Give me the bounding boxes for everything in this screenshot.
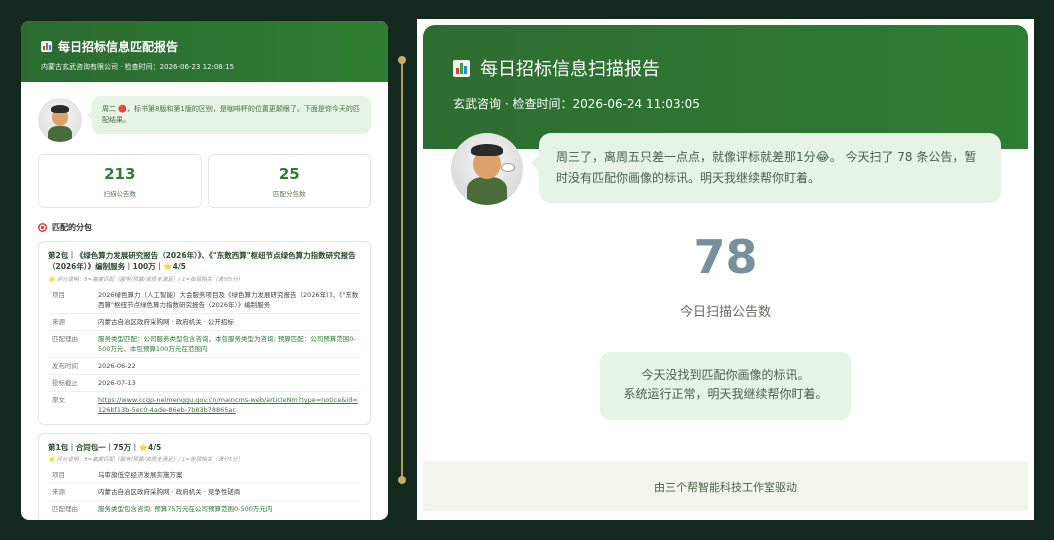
stat-matched: 25 匹配分包数 xyxy=(207,154,371,208)
package-title: 第2包｜《绿色算力发展研究报告（2026年）》、《"东数西算"枢纽节点绿色算力指… xyxy=(48,251,356,272)
right-report-subtitle: 玄武咨询 · 检查时间：2026-06-24 11:03:05 xyxy=(453,97,700,111)
right-report-header: 每日招标信息扫描报告 玄武咨询 · 检查时间：2026-06-24 11:03:… xyxy=(423,25,1028,149)
left-report-body: 周二 🔴，标书第8版和第1版的区别，是咖啡杯的位置更颠眼了。下面是你今天的匹配结… xyxy=(21,82,388,520)
package-title: 第1包｜合同包一｜75万｜⭐4/5 xyxy=(48,443,162,453)
source-link[interactable]: https://www.ccgp-neimenggu.gov.cn/maincm… xyxy=(98,395,361,415)
left-report-header: 每日招标信息匹配报告 内蒙古玄武咨询有限公司 · 检查时间：2026-06-23… xyxy=(21,21,388,82)
left-report-card: 每日招标信息匹配报告 内蒙古玄武咨询有限公司 · 检查时间：2026-06-23… xyxy=(21,21,388,520)
package-row: 项目 乌审旗低空经济发展实施方案 xyxy=(52,471,183,480)
package-score-note: ⭐ 评分说明：5=高度匹配（服务/预算/资质全满足）/ 1=极弱相关（满分5分） xyxy=(48,276,244,283)
right-greeting-bubble: 周三了，离周五只差一点点，就像评标就差那1分😂。 今天扫了 78 条公告，暂时没… xyxy=(531,133,1001,203)
package-row: 发布时间 2026-06-22 xyxy=(48,356,361,374)
package-row: 匹配理由 服务类型包含咨询; 预算75万元在公司预算范围0-500万元内 xyxy=(48,500,361,517)
section-title: 匹配的分包 xyxy=(38,222,371,233)
timeline-dot-bottom xyxy=(398,476,406,484)
left-stats: 213 扫描公告数 25 匹配分包数 xyxy=(38,154,371,208)
mascot-avatar xyxy=(451,133,523,205)
package-row: 来源 内蒙古自治区政府采购网 · 政府机关 · 公开招标 xyxy=(48,312,361,330)
package-row: 来源 内蒙古自治区政府采购网 · 政府机关 · 竞争性磋商 xyxy=(48,483,361,500)
left-report-title: 每日招标信息匹配报告 xyxy=(58,40,179,54)
timeline-divider xyxy=(401,60,403,480)
package-row: 原文 https://www.ccgp-neimenggu.gov.cn/main… xyxy=(48,390,361,418)
left-greeting-bubble: 周二 🔴，标书第8版和第1版的区别，是咖啡杯的位置更颠眼了。下面是你今天的匹配结… xyxy=(87,96,371,135)
no-match-message: 今天没找到匹配你画像的标讯。 系统运行正常，明天我继续帮你盯着。 xyxy=(600,352,851,420)
left-report-subtitle: 内蒙古玄武咨询有限公司 · 检查时间：2026-06-23 12:08:15 xyxy=(41,63,235,71)
report-footer: 由三个帮智能科技工作室驱动 xyxy=(423,461,1028,511)
mascot-avatar xyxy=(38,98,82,142)
package-row: 匹配理由 服务类型匹配：公司服务类型包含咨询，本包服务类型为咨询; 预算匹配：公司… xyxy=(48,329,361,357)
right-report-card: 每日招标信息扫描报告 玄武咨询 · 检查时间：2026-06-24 11:03:… xyxy=(417,19,1034,520)
bar-chart-icon xyxy=(453,59,470,77)
package-score-note: ⭐ 评分说明：5=高度匹配（服务/预算/资质全满足）/ 1=极弱相关（满分5分） xyxy=(48,457,244,464)
left-greeting: 周二 🔴，标书第8版和第1版的区别，是咖啡杯的位置更颠眼了。下面是你今天的匹配结… xyxy=(38,96,371,142)
scanned-count-label: 今日扫描公告数 xyxy=(679,305,771,320)
bar-chart-icon xyxy=(41,41,52,52)
package-card: 第2包｜《绿色算力发展研究报告（2026年）》、《"东数西算"枢纽节点绿色算力指… xyxy=(38,241,371,426)
right-greeting: 周三了，离周五只差一点点，就像评标就差那1分😂。 今天扫了 78 条公告，暂时没… xyxy=(451,133,1001,205)
target-icon xyxy=(38,223,47,232)
stat-scanned: 213 扫描公告数 xyxy=(38,154,202,208)
package-row: 项目 2026绿色算力（人工智能）大会服务项目及《绿色算力发展研究报告（2026年… xyxy=(52,290,359,309)
timeline-dot-top xyxy=(398,56,406,64)
scanned-count: 78 xyxy=(693,230,758,284)
package-card: 第1包｜合同包一｜75万｜⭐4/5 ⭐ 评分说明：5=高度匹配（服务/预算/资质… xyxy=(38,433,371,520)
package-row: 投标截止 2026-07-13 xyxy=(48,373,361,391)
right-report-title: 每日招标信息扫描报告 xyxy=(480,59,660,80)
